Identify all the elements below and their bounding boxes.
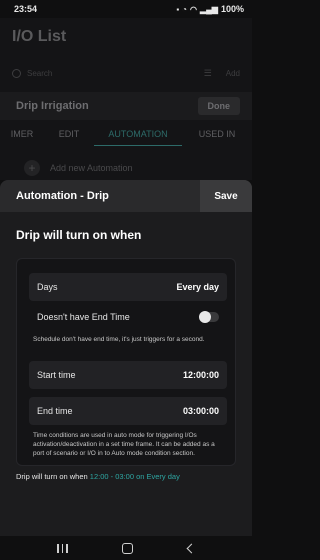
item-title: Drip Irrigation — [16, 100, 89, 112]
toggle-knob — [199, 311, 211, 323]
filter-icon[interactable]: ☰ — [204, 68, 212, 79]
recent-apps-icon[interactable] — [57, 543, 68, 553]
tab-used-in[interactable]: USED IN — [182, 122, 252, 146]
status-time: 23:54 — [14, 4, 38, 14]
add-automation-label: Add new Automation — [50, 163, 133, 173]
search-icon — [12, 68, 21, 78]
no-end-time-row: Doesn't have End Time — [29, 305, 227, 329]
end-time-value: 03:00:00 — [182, 406, 219, 416]
conditions-card: Days Every day Doesn't have End Time Sch… — [16, 258, 236, 466]
status-icons: ▪ ◔ ◠ ▂▄▆ 100% — [176, 4, 244, 14]
home-icon[interactable] — [122, 542, 134, 554]
item-header: Drip Irrigation Done — [0, 92, 252, 120]
wifi-icon: ◠ — [190, 4, 197, 14]
end-time-label: End time — [37, 406, 73, 416]
days-row[interactable]: Days Every day — [29, 273, 227, 301]
time-conditions-note: Time conditions are used in auto mode fo… — [33, 432, 215, 457]
tab-automation[interactable]: AUTOMATION — [94, 122, 182, 146]
system-nav-bar — [0, 536, 252, 560]
section-heading: Drip will turn on when — [16, 228, 142, 242]
end-time-row[interactable]: End time 03:00:00 — [29, 397, 227, 425]
search-bar[interactable]: Search ☰ Add — [12, 62, 240, 84]
summary-value: 12:00 - 03:00 on Every day — [89, 472, 180, 481]
tab-timer[interactable]: IMER — [0, 122, 44, 146]
automation-sheet: Automation - Drip Save Drip will turn on… — [0, 180, 252, 536]
no-end-time-note: Schedule don't have end time, it's just … — [33, 336, 205, 343]
sheet-title: Automation - Drip — [16, 190, 109, 202]
add-button[interactable]: Add — [226, 69, 240, 78]
notification-icon: ▪ — [176, 4, 180, 14]
start-time-row[interactable]: Start time 12:00:00 — [29, 361, 227, 389]
save-button[interactable]: Save — [200, 180, 252, 212]
plus-icon: + — [24, 160, 40, 176]
tab-bar: IMER EDIT AUTOMATION USED IN — [0, 122, 252, 146]
status-bar: 23:54 ▪ ◔ ◠ ▂▄▆ 100% — [0, 0, 252, 18]
signal-icon: ▂▄▆ — [199, 4, 218, 14]
battery-level: 100% — [220, 4, 244, 14]
start-time-value: 12:00:00 — [182, 370, 219, 380]
add-automation-row[interactable]: + Add new Automation — [24, 160, 133, 176]
alarm-icon: ◔ — [182, 4, 187, 14]
days-label: Days — [37, 282, 58, 292]
summary-prefix: Drip will turn on when — [16, 472, 88, 481]
done-button[interactable]: Done — [197, 97, 240, 115]
search-placeholder: Search — [27, 68, 53, 78]
back-icon[interactable] — [186, 543, 197, 553]
no-end-time-toggle[interactable] — [199, 311, 219, 323]
no-end-time-label: Doesn't have End Time — [37, 312, 130, 322]
page-title: I/O List — [12, 28, 67, 45]
days-value: Every day — [176, 282, 219, 292]
summary-line: Drip will turn on when 12:00 - 03:00 on … — [16, 472, 180, 481]
tab-edit[interactable]: EDIT — [44, 122, 94, 146]
sheet-header: Automation - Drip Save — [0, 180, 252, 212]
start-time-label: Start time — [37, 370, 76, 380]
